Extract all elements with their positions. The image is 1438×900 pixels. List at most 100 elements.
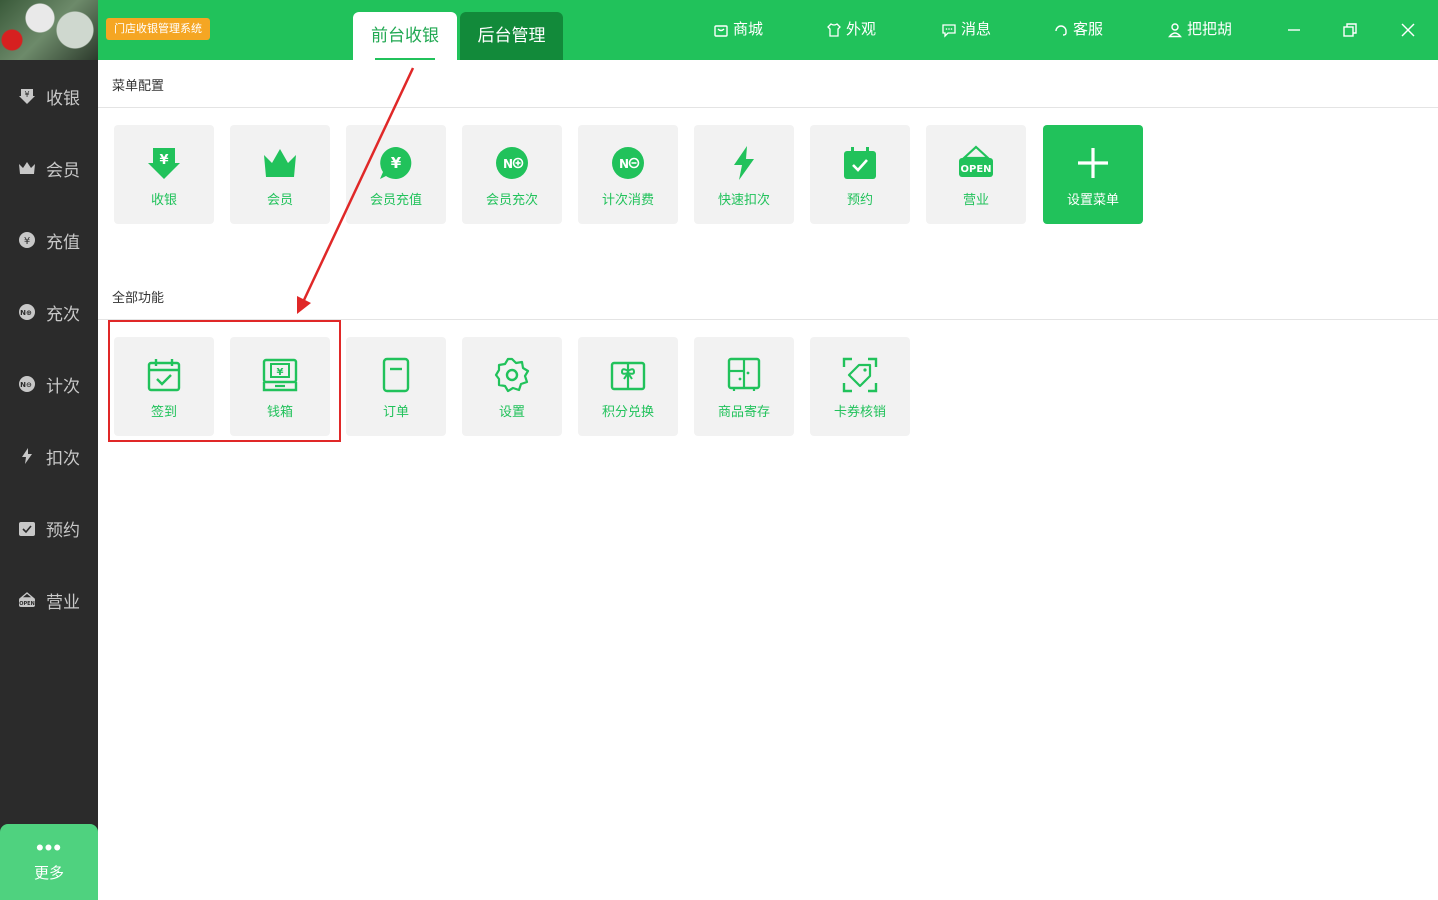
- section-title-menu-config: 菜单配置: [112, 78, 165, 93]
- tile-label: 计次消费: [601, 192, 654, 207]
- tile-label: 卡券核销: [833, 404, 886, 419]
- minimize-button[interactable]: [1280, 16, 1308, 44]
- open-sign-icon: OPEN: [959, 145, 993, 177]
- sidebar-item-label: 充次: [46, 304, 80, 324]
- function-tile-goods-storage[interactable]: 商品寄存: [694, 337, 794, 436]
- chat-icon: [942, 24, 956, 38]
- more-label: 更多: [33, 865, 64, 882]
- tab-front-cashier[interactable]: 前台收银: [353, 12, 457, 60]
- menu-tile-appointment[interactable]: 预约: [810, 125, 910, 224]
- brand-logo-image: [0, 0, 98, 60]
- svg-text:N⊖: N⊖: [20, 381, 32, 389]
- cash-down-icon: ¥: [19, 89, 35, 104]
- no-minus-icon: N: [612, 147, 644, 179]
- sidebar-item-label: 扣次: [46, 448, 80, 468]
- sidebar-item-label: 计次: [46, 376, 80, 396]
- nav-label: 消息: [961, 21, 992, 38]
- nav-messages[interactable]: 消息: [941, 18, 991, 42]
- set-menu-button[interactable]: 设置菜单: [1043, 125, 1143, 224]
- bag-icon: [714, 25, 728, 37]
- cash-down-icon: ¥: [148, 148, 180, 179]
- tile-label: 设置: [498, 404, 525, 419]
- more-button[interactable]: ••• 更多: [0, 824, 98, 900]
- plus-icon: [1078, 148, 1108, 178]
- tile-label: 订单: [382, 404, 409, 419]
- svg-text:OPEN: OPEN: [19, 601, 35, 607]
- nav-user-account[interactable]: 把把胡: [1167, 18, 1232, 42]
- gear-icon: [494, 357, 530, 393]
- sidebar-item-label: 预约: [46, 520, 80, 540]
- menu-tile-member-recharge[interactable]: ¥ 会员充值: [346, 125, 446, 224]
- section-divider: [98, 107, 1438, 108]
- annotation-highlight-box: [108, 320, 341, 442]
- svg-text:N: N: [619, 157, 629, 171]
- function-tile-orders[interactable]: 订单: [346, 337, 446, 436]
- nav-label: 把把胡: [1187, 21, 1233, 38]
- sidebar-item-appointment[interactable]: 预约: [0, 504, 98, 552]
- nav-mall[interactable]: 商城: [713, 18, 763, 42]
- menu-tile-cashier[interactable]: ¥ 收银: [114, 125, 214, 224]
- shirt-icon: [827, 23, 841, 37]
- open-sign-icon: OPEN: [19, 592, 35, 607]
- tile-label: 预约: [846, 192, 873, 207]
- svg-text:¥: ¥: [24, 90, 29, 99]
- sidebar-item-label: 收银: [46, 88, 80, 108]
- svg-text:N⊕: N⊕: [20, 309, 32, 317]
- crown-icon: [19, 162, 35, 174]
- function-tile-settings[interactable]: 设置: [462, 337, 562, 436]
- nav-label: 客服: [1073, 21, 1104, 38]
- tile-label: 积分兑换: [601, 404, 654, 419]
- sidebar-item-label: 营业: [46, 592, 80, 612]
- document-icon: [382, 357, 410, 393]
- function-tile-coupon-verify[interactable]: 卡券核销: [810, 337, 910, 436]
- tile-label: 会员充次: [485, 192, 538, 207]
- sidebar-item-business[interactable]: OPEN 营业: [0, 576, 98, 624]
- top-bar: 门店收银管理系统 前台收银 后台管理 商城 外观 消息 客服 把把胡: [0, 0, 1438, 60]
- sidebar-item-member[interactable]: 会员: [0, 144, 98, 192]
- menu-tile-count-consume[interactable]: N 计次消费: [578, 125, 678, 224]
- more-dots-icon: •••: [35, 835, 63, 860]
- scan-tag-icon: [842, 357, 878, 393]
- calendar-check-icon: [19, 522, 35, 536]
- menu-tile-member-add-times[interactable]: N 会员充次: [462, 125, 562, 224]
- tab-back-management[interactable]: 后台管理: [460, 12, 563, 60]
- sidebar-item-deduct[interactable]: 扣次: [0, 432, 98, 480]
- menu-tile-member[interactable]: 会员: [230, 125, 330, 224]
- restore-icon: [1343, 23, 1357, 37]
- sidebar-item-cashier[interactable]: ¥ 收银: [0, 72, 98, 120]
- sidebar-item-label: 会员: [46, 160, 80, 180]
- sidebar-item-recharge[interactable]: ¥ 充值: [0, 216, 98, 264]
- cabinet-icon: [727, 357, 761, 391]
- nav-support[interactable]: 客服: [1053, 18, 1103, 42]
- restore-button[interactable]: [1336, 16, 1364, 44]
- function-tile-points-exchange[interactable]: 积分兑换: [578, 337, 678, 436]
- yuan-chat-icon: ¥: [380, 147, 412, 179]
- menu-tile-business[interactable]: OPEN 营业: [926, 125, 1026, 224]
- nav-label: 商城: [733, 21, 764, 38]
- sidebar: ¥ 收银 会员 ¥ 充值 N⊕ 充次 N⊖ 计次 扣次 预约 OPEN 营业 •…: [0, 60, 98, 900]
- sidebar-item-add-times[interactable]: N⊕ 充次: [0, 288, 98, 336]
- nav-label: 外观: [846, 21, 877, 38]
- gift-icon: [610, 361, 646, 391]
- sidebar-item-count[interactable]: N⊖ 计次: [0, 360, 98, 408]
- tile-label: 营业: [962, 192, 989, 207]
- tile-label: 会员充值: [369, 192, 422, 207]
- menu-tile-quick-deduct[interactable]: 快速扣次: [694, 125, 794, 224]
- tab-label: 前台收银: [371, 26, 439, 45]
- active-tab-indicator: [375, 58, 435, 60]
- nav-appearance[interactable]: 外观: [826, 18, 876, 42]
- headset-icon: [1055, 25, 1067, 36]
- tile-label: 收银: [150, 192, 177, 207]
- app-name-badge: 门店收银管理系统: [106, 18, 210, 40]
- tile-label: 商品寄存: [717, 404, 770, 419]
- lightning-icon: [22, 448, 32, 464]
- calendar-check-icon: [844, 147, 876, 179]
- close-button[interactable]: [1394, 16, 1422, 44]
- svg-text:OPEN: OPEN: [960, 164, 991, 175]
- no-plus-icon: N: [496, 147, 528, 179]
- tile-label: 设置菜单: [1066, 192, 1119, 207]
- tile-label: 快速扣次: [717, 192, 770, 207]
- no-minus-icon: N⊖: [19, 376, 35, 392]
- svg-text:¥: ¥: [159, 153, 168, 168]
- user-icon: [1168, 23, 1182, 38]
